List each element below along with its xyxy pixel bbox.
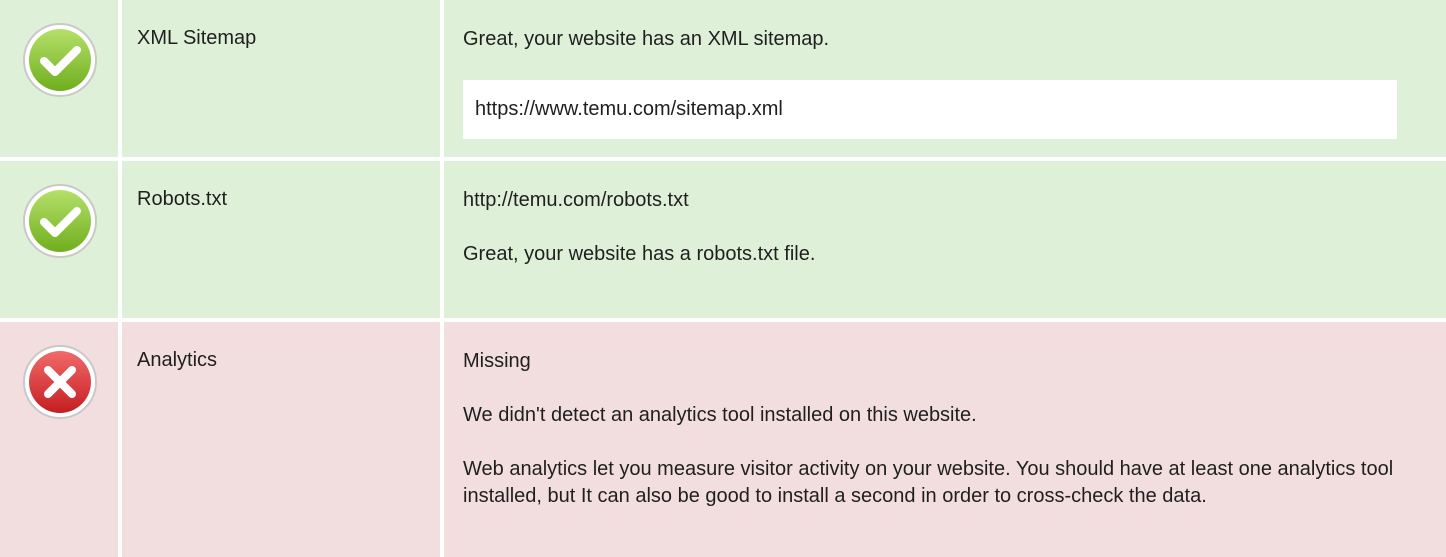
- check-message: We didn't detect an analytics tool insta…: [463, 404, 977, 426]
- check-detail: http://temu.com/robots.txt Great, your w…: [444, 161, 1446, 318]
- status-cell: [0, 322, 118, 557]
- check-circle-icon: [23, 23, 97, 97]
- check-message: Great, your website has an XML sitemap.: [463, 28, 830, 50]
- check-advice: Web analytics let you measure visitor ac…: [463, 458, 1394, 507]
- check-detail: Missing We didn't detect an analytics to…: [444, 322, 1446, 557]
- robots-url: http://temu.com/robots.txt: [463, 189, 689, 211]
- check-name: Analytics: [122, 322, 440, 557]
- status-cell: [0, 161, 118, 318]
- check-row-analytics: Analytics Missing We didn't detect an an…: [0, 322, 1446, 557]
- check-name: Robots.txt: [122, 161, 440, 318]
- check-row-robots-txt: Robots.txt http://temu.com/robots.txt Gr…: [0, 161, 1446, 318]
- cross-circle-icon: [23, 345, 97, 419]
- check-detail: Great, your website has an XML sitemap. …: [444, 0, 1446, 157]
- check-result: Missing: [463, 350, 531, 372]
- check-name: XML Sitemap: [122, 0, 440, 157]
- check-message: Great, your website has a robots.txt fil…: [463, 243, 816, 265]
- status-cell: [0, 0, 118, 157]
- sitemap-url: https://www.temu.com/sitemap.xml: [463, 80, 1397, 139]
- check-circle-icon: [23, 184, 97, 258]
- check-row-xml-sitemap: XML Sitemap Great, your website has an X…: [0, 0, 1446, 157]
